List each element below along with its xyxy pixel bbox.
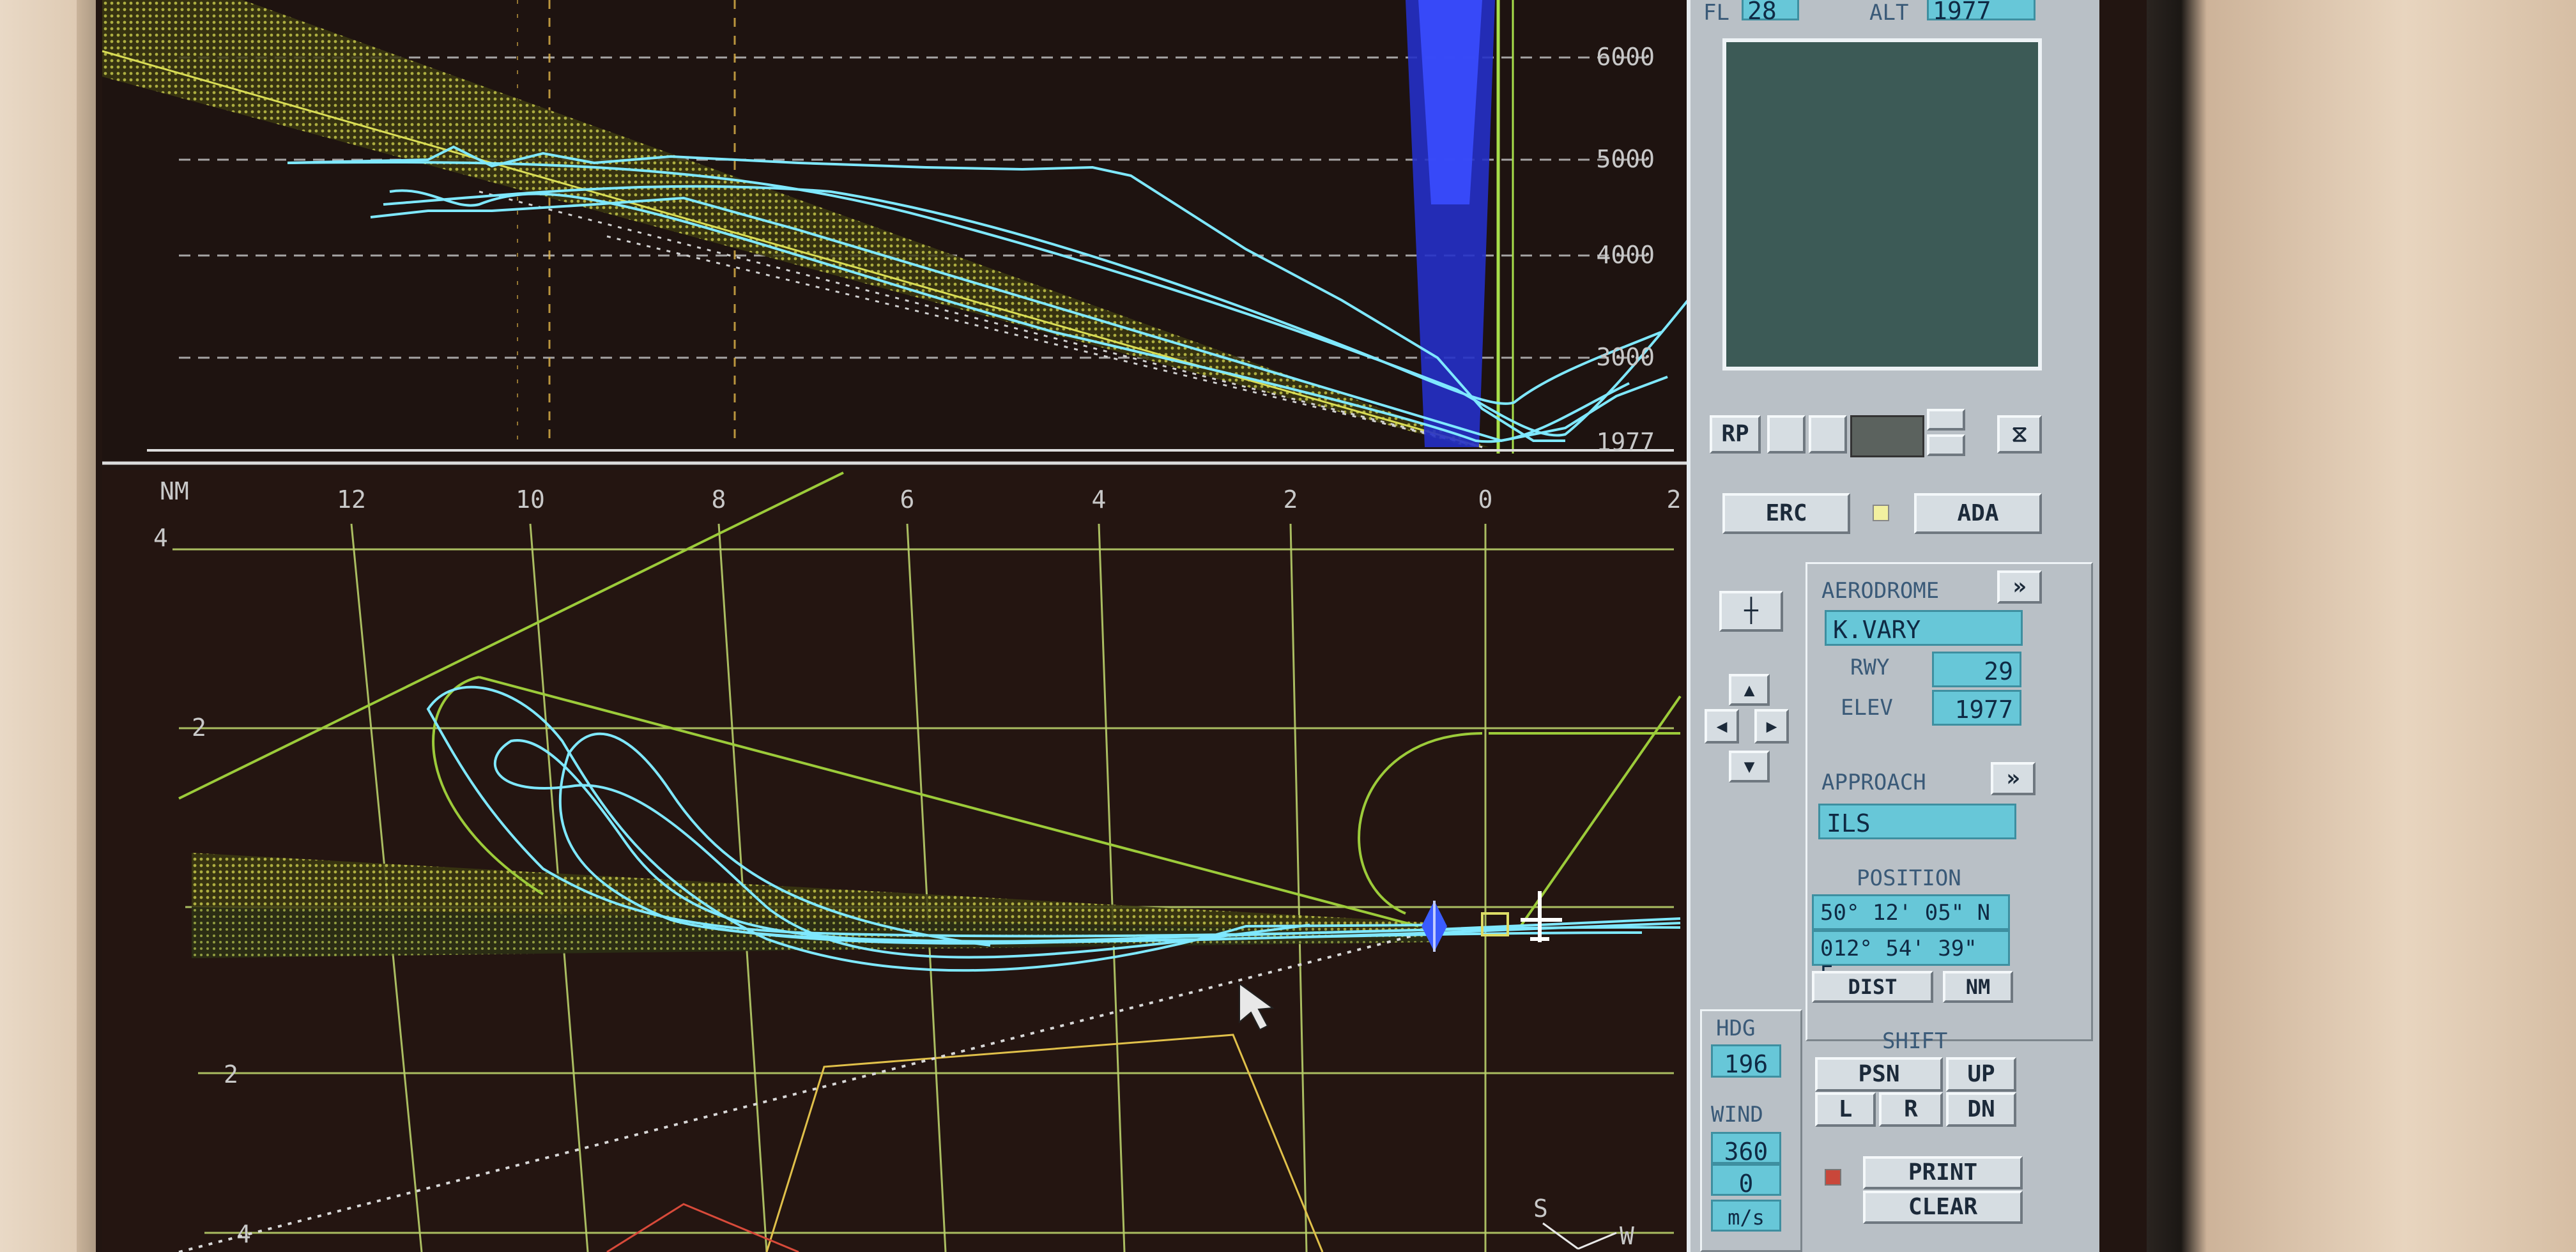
wind-direction-field[interactable]: 360	[1711, 1132, 1781, 1166]
filter-icon[interactable]: ⧖	[1997, 415, 2042, 454]
approach-label: APPROACH	[1821, 770, 1926, 795]
compass-s-label: S	[1533, 1195, 1548, 1223]
elev-field[interactable]: 1977	[1932, 690, 2021, 726]
alt-label: ALT	[1869, 0, 1909, 26]
rp-step-button[interactable]	[1767, 415, 1805, 454]
control-panel: FL 28 ALT 1977 RP ⧖ ERC ADA ┼ ▲ ◀ ▶ ▼ AE…	[1687, 0, 2099, 1252]
pan-down-button[interactable]: ▼	[1729, 751, 1770, 782]
alt-tick-5000: 5000	[1596, 145, 1655, 173]
rp-up-button[interactable]	[1927, 409, 1965, 431]
wind-label: WIND	[1711, 1102, 1763, 1127]
pan-up-button[interactable]: ▲	[1729, 674, 1770, 706]
aerodrome-field[interactable]: K.VARY	[1825, 610, 2023, 646]
aerodrome-expand-button[interactable]: »	[1997, 570, 2042, 604]
dist-tick-label: 12	[337, 485, 366, 514]
rp-step-button-2[interactable]	[1809, 415, 1847, 454]
dist-tick-label: 6	[900, 485, 915, 514]
lateral-tick-2-bottom: 2	[224, 1060, 238, 1088]
unit-label: NM	[160, 477, 189, 505]
alt-tick-3000: 3000	[1596, 343, 1655, 371]
aerodrome-label: AERODROME	[1821, 578, 1940, 604]
shift-right-button[interactable]: R	[1879, 1092, 1943, 1127]
position-label: POSITION	[1857, 866, 1961, 891]
compass-w-label: W	[1620, 1222, 1634, 1250]
dist-tick-label: 2	[1667, 485, 1682, 514]
dist-tick-label: 10	[516, 485, 545, 514]
hdg-label: HDG	[1716, 1016, 1756, 1041]
print-button[interactable]: PRINT	[1863, 1156, 2023, 1189]
pan-left-button[interactable]: ◀	[1705, 709, 1739, 744]
alt-tick-1977: 1977	[1596, 428, 1655, 456]
plan-view-panel: NM 12 10 8 6 4 2 0 2 4 2 2 4 S W	[102, 461, 1687, 1252]
shift-down-button[interactable]: DN	[1946, 1092, 2016, 1127]
wind-unit-field: m/s	[1711, 1200, 1781, 1232]
wind-speed-field[interactable]: 0	[1711, 1164, 1781, 1198]
shift-left-button[interactable]: L	[1815, 1092, 1876, 1127]
preview-window	[1722, 38, 2042, 370]
alt-tick-6000: 6000	[1596, 43, 1655, 71]
approach-plot: 6000 5000 4000 3000 1977 NM 12 10 8 6 4 2 0 2	[102, 0, 1687, 1252]
dist-tick-label: 2	[1284, 485, 1298, 514]
alt-value: 1977	[1927, 0, 2035, 25]
erc-button[interactable]: ERC	[1722, 493, 1850, 534]
lateral-tick-4-top: 4	[153, 524, 168, 552]
latitude-field[interactable]: 50° 12' 05" N	[1812, 894, 2010, 930]
erc-indicator	[1873, 505, 1889, 521]
elev-label: ELEV	[1841, 695, 1893, 721]
clear-button[interactable]: CLEAR	[1863, 1191, 2023, 1224]
longitude-field[interactable]: 012° 54' 39" E	[1812, 930, 2010, 987]
fl-value: 28	[1742, 0, 1799, 25]
dist-tick-label: 0	[1478, 485, 1493, 514]
shift-label: SHIFT	[1882, 1028, 1948, 1054]
hdg-field[interactable]: 196	[1711, 1044, 1781, 1078]
nm-button[interactable]: NM	[1943, 971, 2013, 1003]
center-crosshair-icon[interactable]: ┼	[1719, 591, 1783, 632]
lateral-tick-2-top: 2	[192, 714, 206, 742]
monitor-bezel-right	[2147, 0, 2576, 1252]
rp-down-button[interactable]	[1927, 434, 1965, 456]
shift-psn-button[interactable]: PSN	[1815, 1057, 1943, 1092]
dist-tick-label: 8	[712, 485, 726, 514]
dist-tick-label: 4	[1092, 485, 1107, 514]
dist-button[interactable]: DIST	[1812, 971, 1933, 1003]
print-indicator	[1825, 1169, 1841, 1186]
approach-expand-button[interactable]: »	[1991, 762, 2035, 795]
rwy-field[interactable]: 29	[1932, 652, 2021, 687]
pan-right-button[interactable]: ▶	[1754, 709, 1789, 744]
alt-tick-4000: 4000	[1596, 241, 1655, 269]
vertical-profile-panel: 6000 5000 4000 3000 1977	[102, 0, 1687, 464]
shift-up-button[interactable]: UP	[1946, 1057, 2016, 1092]
ada-button[interactable]: ADA	[1914, 493, 2042, 534]
rp-button[interactable]: RP	[1710, 415, 1761, 454]
rp-indicator	[1850, 415, 1924, 457]
rwy-label: RWY	[1850, 655, 1890, 680]
approach-field[interactable]: ILS	[1818, 804, 2016, 839]
fl-label: FL	[1703, 0, 1729, 26]
